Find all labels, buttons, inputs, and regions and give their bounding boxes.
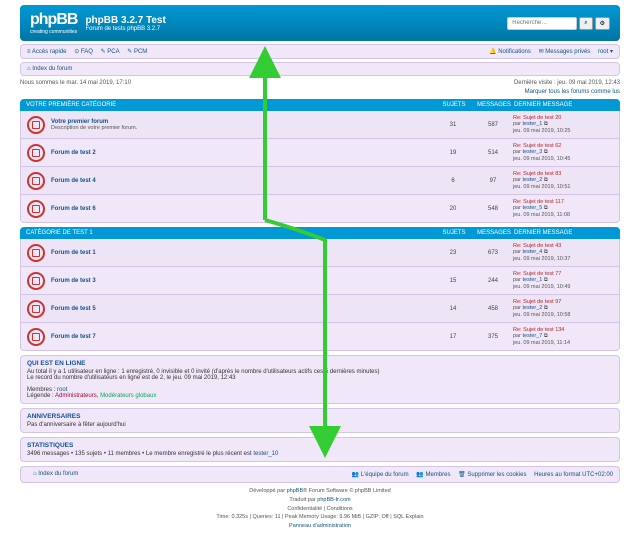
navbar: ≡ Accès rapide ⊙ FAQ ✎ PCA ✎ PCM 🔔 Notif… <box>20 44 620 59</box>
nav-pm[interactable]: ✉ Messages privés <box>539 49 591 55</box>
forum-icon[interactable] <box>27 116 45 134</box>
post-count: 97 <box>473 178 513 184</box>
search-adv-button[interactable]: ⚙ <box>595 17 610 30</box>
search-button[interactable]: ⌕ <box>579 17 592 30</box>
forum-link[interactable]: Forum de test 6 <box>51 206 96 212</box>
footer-team[interactable]: 👥 L'équipe du forum <box>352 472 409 478</box>
footer-members[interactable]: 👥 Membres <box>416 472 450 478</box>
stats-heading: STATISTIQUES <box>27 442 613 449</box>
forum-row: Votre premier forumDescription de votre … <box>20 111 620 139</box>
topic-count: 19 <box>433 150 473 156</box>
nav-user[interactable]: root ▾ <box>598 49 613 55</box>
search-box: ⌕ ⚙ <box>507 17 610 30</box>
breadcrumb-home[interactable]: ⌂ Index du forum <box>27 66 72 72</box>
forum-icon[interactable] <box>27 244 45 262</box>
last-post: Re: Sujet de test 77par tester_1 ⧉jeu. 0… <box>513 271 613 290</box>
site-desc: Forum de tests phpBB 3.2.7 <box>85 26 165 32</box>
stats-user[interactable]: tester_10 <box>253 451 278 457</box>
forum-link[interactable]: Votre premier forum <box>51 119 108 125</box>
last-post: Re: Sujet de test 97par tester_2 ⧉jeu. 0… <box>513 299 613 318</box>
last-post: Re: Sujet de test 134par tester_7 ⧉jeu. … <box>513 327 613 346</box>
last-post: Re: Sujet de test 43par tester_4 ⧉jeu. 0… <box>513 243 613 262</box>
forum-link[interactable]: Forum de test 4 <box>51 178 96 184</box>
last-visit: Dernière visite : jeu. 09 mai 2019, 12:4… <box>514 80 620 86</box>
post-count: 587 <box>473 122 513 128</box>
footer-tz: Heures au format UTC+02:00 <box>534 472 613 478</box>
mark-read[interactable]: Marquer tous les forums comme lus <box>525 89 620 95</box>
nav-notifications[interactable]: 🔔 Notifications <box>489 49 531 55</box>
forum-row: Forum de test 1 23673Re: Sujet de test 43… <box>20 239 620 267</box>
bday-heading: ANNIVERSAIRES <box>27 413 613 420</box>
bday-line: Pas d'anniversaire à fêter aujourd'hui <box>27 422 613 428</box>
current-time: Nous sommes le mar. 14 mai 2019, 17:10 <box>20 80 131 86</box>
forum-link[interactable]: Forum de test 7 <box>51 334 96 340</box>
legend-admin[interactable]: Administrateurs <box>55 393 97 399</box>
site-title: phpBB 3.2.7 Test <box>85 15 165 26</box>
logo-icon: phpBBcreating communities <box>30 11 77 35</box>
forum-icon[interactable] <box>27 144 45 162</box>
forum-row: Forum de test 6 20548Re: Sujet de test 11… <box>20 195 620 223</box>
nav-faq[interactable]: ⊙ FAQ <box>74 49 93 55</box>
birthdays: ANNIVERSAIRES Pas d'anniversaire à fêter… <box>20 408 620 433</box>
nav-pcm[interactable]: ✎ PCM <box>127 49 147 55</box>
forum-icon[interactable] <box>27 200 45 218</box>
forum-row: Forum de test 7 17375Re: Sujet de test 13… <box>20 323 620 351</box>
footer-nav: ⌂ Index du forum 👥 L'équipe du forum 👥 M… <box>20 466 620 483</box>
forum-link[interactable]: Forum de test 2 <box>51 150 96 156</box>
timebar: Nous sommes le mar. 14 mai 2019, 17:10 De… <box>20 80 620 86</box>
topic-count: 31 <box>433 122 473 128</box>
legend-mod[interactable]: Modérateurs globaux <box>100 393 156 399</box>
post-count: 548 <box>473 206 513 212</box>
forum-row: Forum de test 2 19514Re: Sujet de test 62… <box>20 139 620 167</box>
credit-phpbb[interactable]: phpBB <box>287 488 304 494</box>
search-input[interactable] <box>507 17 577 30</box>
post-count: 514 <box>473 150 513 156</box>
topic-count: 14 <box>433 306 473 312</box>
forum-row: Forum de test 3 15244Re: Sujet de test 77… <box>20 267 620 295</box>
post-count: 375 <box>473 334 513 340</box>
forum-icon[interactable] <box>27 172 45 190</box>
credits: Développé par phpBB® Forum Software © ph… <box>20 487 620 531</box>
topic-count: 20 <box>433 206 473 212</box>
logo-area[interactable]: phpBBcreating communities phpBB 3.2.7 Te… <box>30 11 166 35</box>
nav-pca[interactable]: ✎ PCA <box>101 49 120 55</box>
forum-icon[interactable] <box>27 328 45 346</box>
forum-icon[interactable] <box>27 300 45 318</box>
forum-link[interactable]: Forum de test 5 <box>51 306 96 312</box>
forum-link[interactable]: Forum de test 3 <box>51 278 96 284</box>
last-post: Re: Sujet de test 20par tester_1 ⧉jeu. 0… <box>513 115 613 134</box>
online-line2: Le record du nombre d'utilisateurs en li… <box>27 375 613 381</box>
whois-online: QUI EST EN LIGNE Au total il y a 1 utili… <box>20 355 620 404</box>
last-post: Re: Sujet de test 62par tester_3 ⧉jeu. 0… <box>513 143 613 162</box>
forum-icon[interactable] <box>27 272 45 290</box>
footer-cookies[interactable]: 🗑 Supprimer les cookies <box>458 472 526 478</box>
statistics: STATISTIQUES 3496 messages • 135 sujets … <box>20 437 620 462</box>
topic-count: 17 <box>433 334 473 340</box>
category-header[interactable]: VOTRE PREMIÈRE CATÉGORIESUJETSMESSAGESDE… <box>20 99 620 111</box>
forum-row: Forum de test 5 14458Re: Sujet de test 97… <box>20 295 620 323</box>
post-count: 458 <box>473 306 513 312</box>
breadcrumb: ⌂ Index du forum <box>20 62 620 76</box>
topic-count: 6 <box>433 178 473 184</box>
footer-home[interactable]: ⌂ Index du forum <box>33 471 78 477</box>
header: phpBBcreating communities phpBB 3.2.7 Te… <box>20 5 620 41</box>
credit-acp[interactable]: Panneau d'administration <box>289 523 351 529</box>
quick-links[interactable]: ≡ Accès rapide <box>27 49 67 55</box>
category-header[interactable]: CATÉGORIE DE TEST 1SUJETSMESSAGESDERNIER… <box>20 227 620 239</box>
credit-phpbbfr[interactable]: phpBB-fr.com <box>317 497 350 503</box>
topic-count: 15 <box>433 278 473 284</box>
last-post: Re: Sujet de test 117par tester_5 ⧉jeu. … <box>513 199 613 218</box>
post-count: 673 <box>473 250 513 256</box>
forum-link[interactable]: Forum de test 1 <box>51 250 96 256</box>
online-heading: QUI EST EN LIGNE <box>27 360 613 367</box>
last-post: Re: Sujet de test 83par tester_2 ⧉jeu. 0… <box>513 171 613 190</box>
topic-count: 23 <box>433 250 473 256</box>
post-count: 244 <box>473 278 513 284</box>
forum-row: Forum de test 4 697Re: Sujet de test 83pa… <box>20 167 620 195</box>
